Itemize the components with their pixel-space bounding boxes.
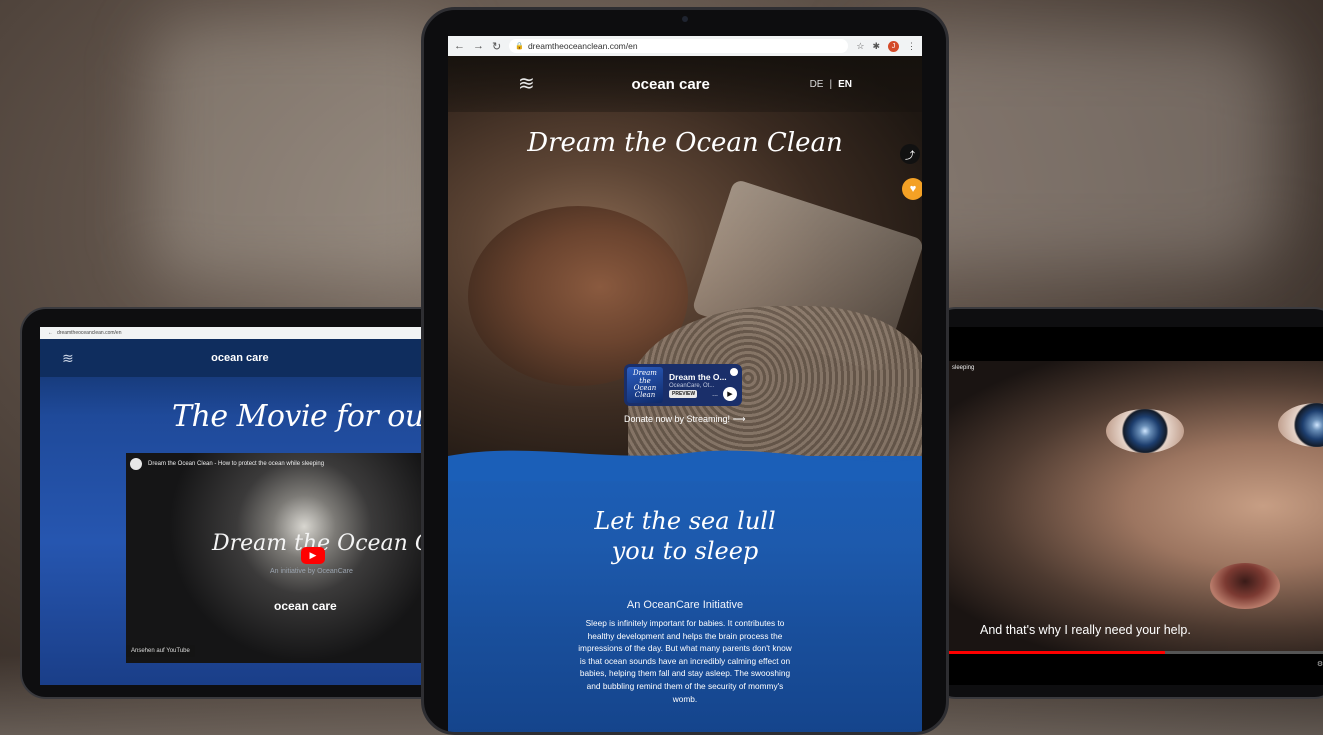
extensions-icon[interactable]: ✱: [872, 41, 880, 52]
reload-icon[interactable]: ↻: [492, 40, 501, 53]
lang-separator: |: [829, 78, 833, 90]
video-progress-bar[interactable]: [948, 651, 1323, 654]
channel-avatar[interactable]: [130, 458, 142, 470]
camera-dot: [682, 16, 688, 22]
baby-video-frame[interactable]: [948, 361, 1323, 651]
track-title[interactable]: Dream the O...: [669, 372, 727, 382]
settings-icon[interactable]: ⚙: [1317, 660, 1323, 668]
site-nav: ≋ ocean care DE | EN: [448, 56, 922, 112]
back-icon[interactable]: ←: [48, 330, 53, 336]
language-switcher: DE | EN: [810, 79, 852, 90]
right-tablet: sleeping And that's why I really need yo…: [930, 307, 1323, 699]
site-logo[interactable]: ocean care: [211, 352, 268, 364]
section-title: The Movie for our Song: [172, 399, 448, 434]
album-cover: Dream the Ocean Clean: [627, 367, 663, 403]
left-browser-bar: ← dreamtheoceanclean.com/en: [40, 327, 448, 339]
spotify-icon[interactable]: [730, 368, 738, 376]
donate-streaming-link[interactable]: Donate now by Streaming! ⟶: [624, 414, 745, 425]
play-icon[interactable]: ▶: [301, 547, 325, 564]
center-tablet: ← → ↻ 🔒 dreamtheoceanclean.com/en ☆ ✱ J …: [421, 7, 949, 735]
spotify-player[interactable]: Dream the Ocean Clean Dream the O... Oce…: [624, 364, 742, 406]
arrow-right-icon: ⟶: [732, 414, 746, 424]
donate-streaming-label: Donate now by Streaming!: [624, 414, 731, 424]
menu-waves-icon[interactable]: ≋: [62, 350, 74, 367]
profile-avatar[interactable]: J: [888, 40, 899, 52]
ocean-title-line1: Let the sea lull: [594, 507, 776, 535]
video-caption: And that's why I really need your help.: [980, 623, 1191, 637]
more-icon[interactable]: ⋮: [907, 41, 916, 52]
lang-de[interactable]: DE: [810, 79, 824, 90]
ocean-title-line2: you to sleep: [611, 537, 759, 565]
baby-mouth: [1210, 563, 1280, 609]
play-icon[interactable]: ▶: [723, 387, 737, 401]
video-title[interactable]: Dream the Ocean Clean - How to protect t…: [148, 461, 324, 467]
left-tablet-screen: ← dreamtheoceanclean.com/en ≋ ocean care…: [40, 327, 448, 685]
preview-badge: PREVIEW: [669, 390, 697, 398]
background-blur: [150, 20, 450, 280]
youtube-embed[interactable]: Dream the Ocean Clean - How to protect t…: [126, 453, 448, 663]
forward-icon[interactable]: →: [473, 40, 484, 52]
lang-en[interactable]: EN: [838, 79, 852, 90]
url-text[interactable]: dreamtheoceanclean.com/en: [57, 330, 122, 336]
donate-heart-icon[interactable]: ♥: [902, 178, 922, 200]
youtube-brand: YouTube: [166, 648, 190, 654]
video-overlay-title: Dream the Ocean Clean: [212, 531, 448, 556]
baby-eye-left: [1106, 409, 1184, 453]
url-text[interactable]: dreamtheoceanclean.com/en: [528, 41, 638, 51]
right-tablet-screen: sleeping And that's why I really need yo…: [948, 327, 1323, 685]
browser-toolbar: ← → ↻ 🔒 dreamtheoceanclean.com/en ☆ ✱ J …: [448, 36, 922, 56]
site-logo-text: ocean care: [631, 75, 710, 93]
star-icon[interactable]: ☆: [856, 41, 864, 52]
intro-paragraph: Sleep is infinitely important for babies…: [578, 618, 792, 704]
video-header: Dream the Ocean Clean - How to protect t…: [126, 453, 448, 475]
left-tablet: ← dreamtheoceanclean.com/en ≋ ocean care…: [20, 307, 450, 699]
initiative-subtitle: An OceanCare Initiative: [626, 599, 744, 611]
hero-title: Dream the Ocean Clean: [527, 128, 843, 158]
video-title-fragment: sleeping: [952, 365, 975, 371]
left-site-nav: ≋ ocean care: [40, 339, 448, 377]
wave-divider: [448, 450, 922, 481]
ocean-title: Let the sea lull you to sleep: [448, 506, 922, 566]
video-initiative: An initiative by OceanCare: [270, 568, 353, 575]
address-bar[interactable]: 🔒 dreamtheoceanclean.com/en: [509, 39, 849, 53]
video-progress-fill: [948, 651, 1165, 654]
lock-icon: 🔒: [515, 43, 524, 50]
watch-on-youtube[interactable]: Ansehen auf YouTube: [126, 645, 195, 657]
center-tablet-screen: ← → ↻ 🔒 dreamtheoceanclean.com/en ☆ ✱ J …: [448, 36, 922, 732]
more-options-icon[interactable]: ...: [712, 391, 718, 398]
watch-on-label: Ansehen auf: [131, 648, 165, 654]
site-logo[interactable]: ocean care: [631, 76, 709, 93]
menu-waves-icon[interactable]: ≋: [518, 74, 535, 94]
track-artist[interactable]: OceanCare, Ot...: [669, 383, 727, 389]
video-controls: ⚙ ⛶: [948, 655, 1323, 673]
share-icon[interactable]: ⤴: [900, 144, 920, 164]
video-logo: ocean care: [274, 599, 337, 613]
back-icon[interactable]: ←: [454, 40, 465, 52]
